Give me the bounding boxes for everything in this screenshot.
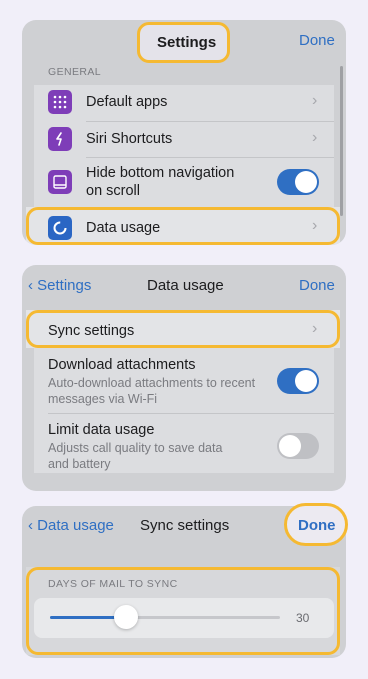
toggle-knob [295,171,317,193]
siri-shortcuts-label[interactable]: Siri Shortcuts [86,131,172,147]
siri-shortcuts-icon [48,127,72,151]
back-label: Settings [37,277,92,294]
limit-data-usage-label: Limit data usage [48,422,155,438]
limit-data-usage-toggle[interactable] [277,433,319,459]
hide-bottom-nav-label: Hide bottom navigation [86,165,235,181]
download-attachments-label: Download attachments [48,357,196,373]
hide-bottom-nav-label-line2: on scroll [86,183,140,199]
download-attachments-desc-line2: messages via Wi-Fi [48,392,158,406]
scrollbar[interactable] [340,66,343,216]
download-attachments-desc: Auto-download attachments to recent [48,376,256,390]
download-attachments-toggle[interactable] [277,368,319,394]
data-usage-icon [48,216,72,240]
chevron-right-icon: › [312,92,318,109]
data-usage-label: Data usage [86,220,161,236]
done-button[interactable]: Done [298,517,336,534]
data-usage-highlight [26,207,340,245]
limit-data-usage-desc: Adjusts call quality to save data [48,441,223,455]
bottom-nav-icon [48,170,72,194]
toggle-knob [295,370,317,392]
chevron-left-icon: ‹ [28,277,33,294]
slider-thumb[interactable] [113,605,138,629]
data-usage-panel: ‹ Settings Data usage Done Sync settings… [22,265,346,491]
chevron-right-icon: › [312,320,318,337]
back-label: Data usage [37,517,114,534]
sync-settings-label: Sync settings [48,323,135,339]
grid-icon [48,90,72,114]
chevron-right-icon: › [312,129,318,146]
chevron-right-icon: › [312,217,318,234]
page-title: Sync settings [140,517,230,534]
hide-bottom-nav-toggle[interactable] [277,169,319,195]
section-header-general: GENERAL [48,66,101,78]
back-button[interactable]: ‹ Data usage [28,517,114,534]
slider-value: 30 [296,611,310,625]
toggle-knob [279,435,301,457]
divider [86,157,334,158]
divider [48,413,334,414]
settings-title-highlighted: Settings [157,34,217,51]
limit-data-usage-desc-line2: and battery [48,457,111,471]
default-apps-label[interactable]: Default apps [86,94,167,110]
days-of-mail-header: DAYS OF MAIL TO SYNC [48,578,178,590]
back-button[interactable]: ‹ Settings [28,277,91,294]
page-title: Data usage [147,277,224,294]
done-button[interactable]: Done [299,32,335,49]
done-button[interactable]: Done [299,277,335,294]
slider-track[interactable] [50,605,280,629]
divider [86,121,334,122]
chevron-left-icon: ‹ [28,517,33,534]
